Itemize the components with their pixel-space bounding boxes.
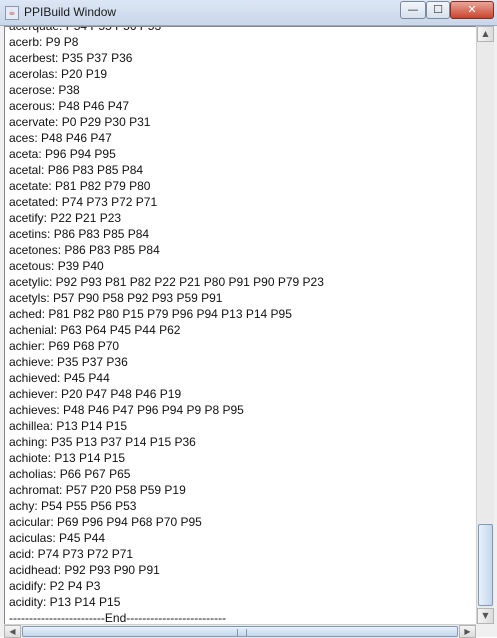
horizontal-scroll-thumb[interactable] bbox=[22, 626, 458, 637]
scroll-up-arrow-icon[interactable]: ▲ bbox=[477, 26, 494, 42]
output-line: achieves: P48 P46 P47 P96 P94 P9 P8 P95 bbox=[9, 403, 244, 417]
output-line: acerose: P38 bbox=[9, 83, 80, 97]
output-line: acervate: P0 P29 P30 P31 bbox=[9, 115, 151, 129]
output-line: achromat: P57 P20 P58 P59 P19 bbox=[9, 483, 186, 497]
output-line: acetated: P74 P73 P72 P71 bbox=[9, 195, 158, 209]
java-app-icon: ☕ bbox=[5, 6, 19, 20]
window-title: PPIBuild Window bbox=[24, 5, 117, 19]
output-line: achieved: P45 P44 bbox=[9, 371, 110, 385]
output-line: achy: P54 P55 P56 P53 bbox=[9, 499, 137, 513]
output-line: acicular: P69 P96 P94 P68 P70 P95 bbox=[9, 515, 202, 529]
output-line: acetate: P81 P82 P79 P80 bbox=[9, 179, 151, 193]
maximize-button[interactable]: ☐ bbox=[426, 1, 450, 19]
scroll-grip-icon bbox=[237, 629, 247, 636]
vertical-scroll-thumb[interactable] bbox=[478, 524, 493, 606]
vertical-scrollbar[interactable]: ▲ ▼ bbox=[476, 26, 494, 624]
minimize-button[interactable]: — bbox=[400, 1, 426, 19]
scroll-down-arrow-icon[interactable]: ▼ bbox=[477, 608, 494, 624]
output-line: aciculas: P45 P44 bbox=[9, 531, 106, 545]
output-text-area[interactable]: acerquae: P54 P55 P56 P53 acerb: P9 P8 ace… bbox=[4, 26, 477, 626]
output-line: achillea: P13 P14 P15 bbox=[9, 419, 128, 433]
output-lines: acerquae: P54 P55 P56 P53 acerb: P9 P8 ace… bbox=[9, 26, 324, 625]
close-button[interactable]: ✕ bbox=[450, 1, 494, 19]
output-line: acholias: P66 P67 P65 bbox=[9, 467, 131, 481]
output-line: acidhead: P92 P93 P90 P91 bbox=[9, 563, 160, 577]
output-line: acetify: P22 P21 P23 bbox=[9, 211, 122, 225]
output-line: ached: P81 P82 P80 P15 P79 P96 P94 P13 P… bbox=[9, 307, 292, 321]
scroll-right-arrow-icon[interactable]: ▶ bbox=[459, 625, 476, 638]
scrollbar-corner bbox=[476, 624, 497, 637]
output-line: achier: P69 P68 P70 bbox=[9, 339, 120, 353]
output-line: achenial: P63 P64 P45 P44 P62 bbox=[9, 323, 181, 337]
output-line: acerquae: P54 P55 P56 P53 bbox=[9, 26, 162, 33]
output-line: acetal: P86 P83 P85 P84 bbox=[9, 163, 144, 177]
output-line: acidify: P2 P4 P3 bbox=[9, 579, 101, 593]
output-line: achiote: P13 P14 P15 bbox=[9, 451, 126, 465]
output-line: acerb: P9 P8 bbox=[9, 35, 79, 49]
output-line: acetyls: P57 P90 P58 P92 P93 P59 P91 bbox=[9, 291, 223, 305]
output-line: acerous: P48 P46 P47 bbox=[9, 99, 130, 113]
output-line: acerolas: P20 P19 bbox=[9, 67, 108, 81]
output-line: achieve: P35 P37 P36 bbox=[9, 355, 128, 369]
output-line: achiever: P20 P47 P48 P46 P19 bbox=[9, 387, 182, 401]
horizontal-scrollbar[interactable]: ◀ ▶ bbox=[4, 624, 476, 638]
output-line: aces: P48 P46 P47 bbox=[9, 131, 112, 145]
output-line: acerbest: P35 P37 P36 bbox=[9, 51, 133, 65]
output-line: acetones: P86 P83 P85 P84 bbox=[9, 243, 160, 257]
output-line: acetous: P39 P40 bbox=[9, 259, 104, 273]
output-line: acetins: P86 P83 P85 P84 bbox=[9, 227, 150, 241]
title-bar[interactable]: ☕ PPIBuild Window — ☐ ✕ bbox=[0, 0, 497, 26]
output-line: acid: P74 P73 P72 P71 bbox=[9, 547, 134, 561]
output-line: acetylic: P92 P93 P81 P82 P22 P21 P80 P9… bbox=[9, 275, 324, 289]
ppibuild-window: ☕ PPIBuild Window — ☐ ✕ acerquae: P54 P5… bbox=[0, 0, 497, 638]
output-line: aceta: P96 P94 P95 bbox=[9, 147, 116, 161]
output-line: acidity: P13 P14 P15 bbox=[9, 595, 121, 609]
scroll-left-arrow-icon[interactable]: ◀ bbox=[4, 625, 21, 638]
output-line: aching: P35 P13 P37 P14 P15 P36 bbox=[9, 435, 196, 449]
